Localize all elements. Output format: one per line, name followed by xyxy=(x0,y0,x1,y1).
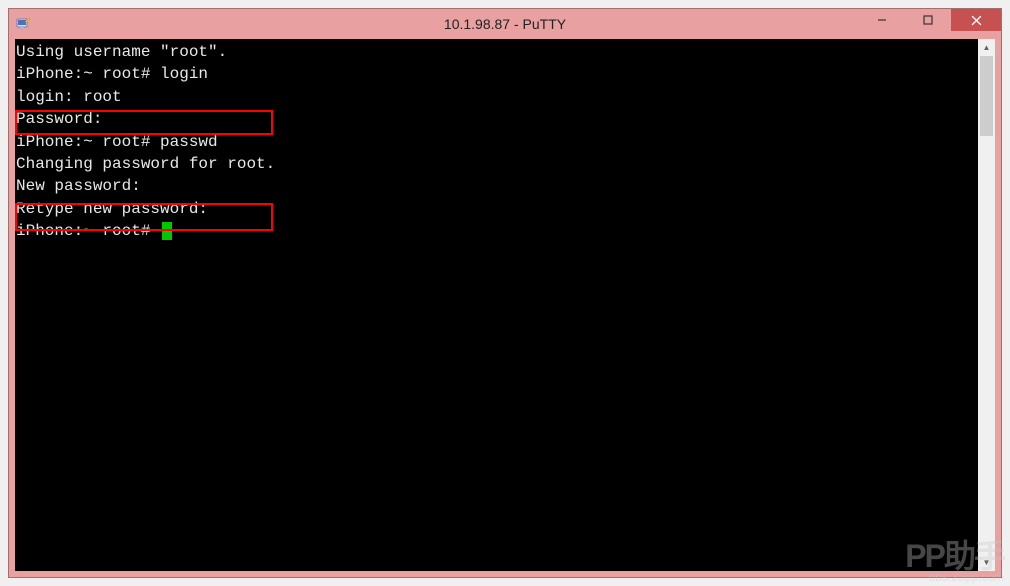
close-button[interactable] xyxy=(951,9,1001,31)
terminal-line: Changing password for root. xyxy=(15,153,978,175)
terminal-container: Using username "root".iPhone:~ root# log… xyxy=(15,39,995,571)
maximize-button[interactable] xyxy=(905,9,951,31)
scroll-down-arrow-icon[interactable]: ▼ xyxy=(978,554,995,571)
minimize-button[interactable] xyxy=(859,9,905,31)
terminal-line: iPhone:~ root# login xyxy=(15,63,978,85)
terminal-line: Using username "root". xyxy=(15,41,978,63)
terminal-line: iPhone:~ root# xyxy=(15,220,978,242)
scroll-up-arrow-icon[interactable]: ▲ xyxy=(978,39,995,56)
window-title: 10.1.98.87 - PuTTY xyxy=(9,16,1001,32)
app-icon xyxy=(15,16,31,32)
vertical-scrollbar[interactable]: ▲ ▼ xyxy=(978,39,995,571)
terminal-line: Password: xyxy=(15,108,978,130)
terminal-cursor xyxy=(162,222,172,240)
client-area: Using username "root".iPhone:~ root# log… xyxy=(9,39,1001,577)
putty-window: 10.1.98.87 - PuTTY Using username "root"… xyxy=(8,8,1002,578)
terminal[interactable]: Using username "root".iPhone:~ root# log… xyxy=(15,39,978,571)
terminal-line: Retype new password: xyxy=(15,198,978,220)
terminal-line: New password: xyxy=(15,175,978,197)
terminal-line: iPhone:~ root# passwd xyxy=(15,131,978,153)
titlebar[interactable]: 10.1.98.87 - PuTTY xyxy=(9,9,1001,39)
terminal-line: login: root xyxy=(15,86,978,108)
scrollbar-thumb[interactable] xyxy=(980,56,993,136)
window-controls xyxy=(859,9,1001,31)
